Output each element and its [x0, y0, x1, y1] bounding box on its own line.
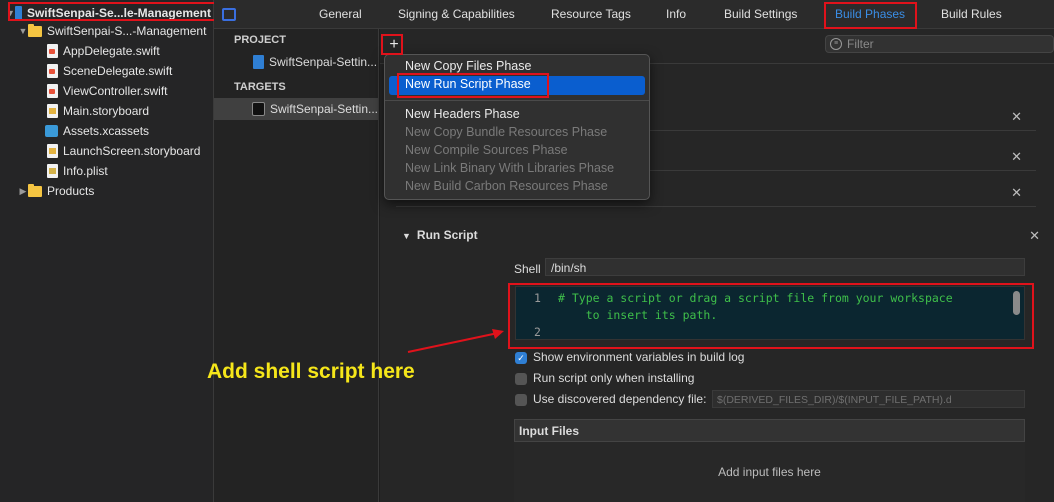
close-icon[interactable]: ✕	[1011, 109, 1022, 125]
file-row[interactable]: Assets.xcassets	[45, 121, 149, 141]
tab-resource-tags[interactable]: Resource Tags	[551, 0, 631, 29]
filter-field[interactable]: ≡ Filter	[825, 35, 1054, 53]
target-item-label: SwiftSenpai-Settin...	[269, 102, 378, 116]
close-icon[interactable]: ✕	[1029, 228, 1040, 244]
option-label: Run script only when installing	[533, 371, 695, 385]
project-section-header: PROJECT	[234, 34, 286, 46]
disclosure-closed-icon[interactable]: ▶	[18, 186, 28, 197]
assets-catalog-icon	[45, 125, 58, 137]
tab-signing[interactable]: Signing & Capabilities	[398, 0, 515, 29]
file-name: Info.plist	[63, 164, 108, 178]
input-files-header: Input Files	[514, 419, 1025, 442]
products-label: Products	[47, 184, 95, 198]
target-item[interactable]: SwiftSenpai-Settin...	[214, 98, 378, 120]
project-highlight-box	[8, 2, 218, 21]
option-label: Use discovered dependency file:	[533, 392, 707, 406]
tab-general[interactable]: General	[319, 0, 362, 29]
menu-item-headers[interactable]: New Headers Phase	[405, 107, 520, 121]
hide-panel-icon[interactable]	[222, 8, 236, 21]
checkbox-checked[interactable]: ✓	[515, 351, 527, 364]
file-row[interactable]: SceneDelegate.swift	[47, 61, 172, 81]
only-install-option[interactable]: Run script only when installing	[515, 371, 694, 385]
disclosure-open-icon[interactable]: ▼	[402, 231, 411, 241]
annotation-arrow-icon	[407, 329, 504, 353]
menu-item-compile-sources: New Compile Sources Phase	[405, 143, 568, 157]
group-name: SwiftSenpai-S...-Management	[47, 24, 207, 38]
app-icon	[252, 102, 265, 116]
script-editor-highlight-box	[508, 283, 1034, 349]
plist-file-icon	[47, 164, 58, 178]
shell-label: Shell	[514, 262, 541, 276]
swift-file-icon	[47, 44, 58, 58]
storyboard-file-icon	[47, 104, 58, 118]
menu-item-carbon-resources: New Build Carbon Resources Phase	[405, 179, 608, 193]
group-row[interactable]: ▼ SwiftSenpai-S...-Management	[18, 21, 206, 41]
project-navigator: ▼ SwiftSenpai-Se...le-Management ▼ Swift…	[0, 0, 214, 502]
file-name: ViewController.swift	[63, 84, 168, 98]
tab-info[interactable]: Info	[666, 0, 686, 29]
file-name: SceneDelegate.swift	[63, 64, 173, 78]
menu-item-copy-bundle: New Copy Bundle Resources Phase	[405, 125, 608, 139]
menu-separator	[385, 100, 649, 101]
file-row[interactable]: Info.plist	[47, 161, 108, 181]
editor-tab-bar: General Signing & Capabilities Resource …	[214, 0, 1054, 29]
project-item[interactable]: SwiftSenpai-Settin...	[214, 51, 378, 73]
menu-item-link-binary: New Link Binary With Libraries Phase	[405, 161, 615, 175]
file-row[interactable]: Main.storyboard	[47, 101, 149, 121]
checkbox-unchecked[interactable]	[515, 372, 527, 385]
tab-build-rules[interactable]: Build Rules	[941, 0, 1002, 29]
project-item-label: SwiftSenpai-Settin...	[269, 55, 378, 69]
add-input-files-hint: Add input files here	[718, 465, 821, 479]
targets-section-header: TARGETS	[234, 81, 286, 93]
xcode-project-icon	[253, 55, 264, 69]
show-env-option[interactable]: ✓ Show environment variables in build log	[515, 350, 744, 364]
file-row[interactable]: ViewController.swift	[47, 81, 167, 101]
swift-file-icon	[47, 64, 58, 78]
run-script-title: Run Script	[416, 228, 478, 242]
storyboard-file-icon	[47, 144, 58, 158]
option-label: Show environment variables in build log	[533, 350, 745, 364]
products-row[interactable]: ▶ Products	[18, 181, 94, 201]
disclosure-open-icon[interactable]: ▼	[18, 26, 28, 36]
add-button-highlight-box	[381, 34, 403, 55]
dep-file-field[interactable]: $(DERIVED_FILES_DIR)/$(INPUT_FILE_PATH).…	[712, 390, 1025, 408]
file-name: AppDelegate.swift	[63, 44, 160, 58]
checkbox-unchecked[interactable]	[515, 393, 527, 406]
file-name: Main.storyboard	[63, 104, 150, 118]
filter-icon: ≡	[830, 38, 842, 50]
filter-placeholder: Filter	[847, 37, 874, 51]
shell-field[interactable]: /bin/sh	[545, 258, 1025, 276]
run-script-header[interactable]: ▼ Run Script	[402, 228, 478, 242]
annotation-text: Add shell script here	[207, 360, 415, 383]
dep-file-option[interactable]: Use discovered dependency file:	[515, 392, 706, 406]
close-icon[interactable]: ✕	[1011, 185, 1022, 201]
file-name: Assets.xcassets	[63, 124, 150, 138]
folder-icon	[28, 183, 42, 197]
swift-file-icon	[47, 84, 58, 98]
build-phases-highlight-box	[824, 2, 917, 29]
close-icon[interactable]: ✕	[1011, 149, 1022, 165]
tab-build-settings[interactable]: Build Settings	[724, 0, 797, 29]
file-name: LaunchScreen.storyboard	[63, 144, 201, 158]
file-row[interactable]: LaunchScreen.storyboard	[47, 141, 200, 161]
file-row[interactable]: AppDelegate.swift	[47, 41, 160, 61]
menu-item-copy-files[interactable]: New Copy Files Phase	[405, 59, 531, 73]
targets-panel: PROJECT SwiftSenpai-Settin... TARGETS Sw…	[214, 29, 379, 502]
folder-icon	[28, 23, 42, 37]
run-script-menu-highlight-box	[397, 73, 549, 98]
input-files-list[interactable]: Add input files here	[514, 442, 1025, 502]
